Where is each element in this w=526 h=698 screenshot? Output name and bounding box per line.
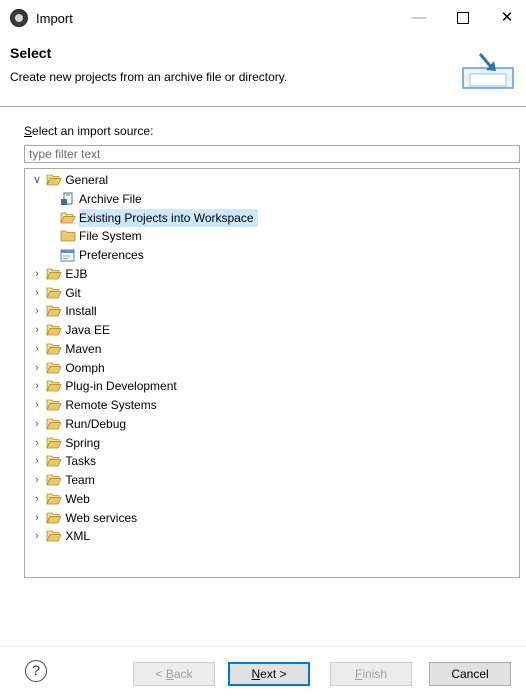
tree-item-run-debug[interactable]: › Run/Debug [31, 415, 130, 433]
chevron-right-icon[interactable]: › [31, 490, 43, 508]
tree-item-ejb[interactable]: › EJB [31, 265, 91, 283]
chevron-right-icon[interactable]: › [31, 452, 43, 470]
tree-item-archive-file[interactable]: Archive File [60, 190, 146, 208]
chevron-right-icon[interactable]: › [31, 415, 43, 433]
tree-item-preferences[interactable]: Preferences [60, 246, 148, 264]
open-folder-icon [46, 171, 62, 189]
folder-icon [46, 302, 62, 320]
chevron-right-icon[interactable]: › [31, 396, 43, 414]
folder-icon [46, 265, 62, 283]
close-button[interactable]: ✕ [492, 6, 522, 30]
chevron-right-icon[interactable]: › [31, 471, 43, 489]
tree-item-label: XML [65, 529, 91, 543]
folder-icon [46, 452, 62, 470]
tree-item-label: General [65, 173, 109, 187]
chevron-right-icon[interactable]: › [31, 321, 43, 339]
folder-icon [46, 340, 62, 358]
tree-item-file-system[interactable]: File System [60, 227, 146, 245]
next-button[interactable]: Next > [228, 662, 310, 686]
tree-item-label: Git [65, 286, 81, 300]
tree-item-label: Existing Projects into Workspace [79, 211, 254, 225]
filter-input[interactable] [24, 145, 520, 163]
wizard-header: Select Create new projects from an archi… [0, 38, 526, 107]
archive-file-icon [60, 190, 76, 208]
chevron-right-icon[interactable]: › [31, 302, 43, 320]
tree-item-label: Tasks [65, 454, 97, 468]
maximize-button[interactable] [448, 6, 478, 30]
folder-icon [46, 359, 62, 377]
tree-item-plug-in-development[interactable]: › Plug-in Development [31, 377, 181, 395]
tree-item-remote-systems[interactable]: › Remote Systems [31, 396, 161, 414]
cancel-button[interactable]: Cancel [429, 662, 511, 686]
tree-item-label: Preferences [79, 248, 144, 262]
folder-icon [46, 396, 62, 414]
tree-item-label: Java EE [65, 323, 111, 337]
tree-item-label: EJB [65, 267, 88, 281]
chevron-right-icon[interactable]: › [31, 434, 43, 452]
tree-item-label: Team [65, 473, 95, 487]
back-button[interactable]: < Back [133, 662, 215, 686]
window-title: Import [36, 11, 73, 26]
chevron-right-icon[interactable]: › [31, 284, 43, 302]
tree-item-team[interactable]: › Team [31, 471, 99, 489]
minimize-button[interactable]: — [404, 6, 434, 30]
tree-item-java-ee[interactable]: › Java EE [31, 321, 114, 339]
preferences-icon [60, 246, 76, 264]
folder-icon [46, 434, 62, 452]
import-source-tree[interactable]: ∨ General Archive File Existing Projects i… [24, 168, 520, 578]
folder-icon [46, 321, 62, 339]
tree-item-label: Remote Systems [65, 398, 157, 412]
tree-item-label: Maven [65, 342, 102, 356]
folder-icon [46, 527, 62, 545]
chevron-down-icon[interactable]: ∨ [31, 171, 43, 189]
tree-item-label: Run/Debug [65, 417, 127, 431]
chevron-right-icon[interactable]: › [31, 340, 43, 358]
folder-icon [60, 227, 76, 245]
chevron-right-icon[interactable]: › [31, 265, 43, 283]
eclipse-icon [10, 9, 28, 27]
folder-icon [46, 509, 62, 527]
tree-item-existing-projects-into-workspace[interactable]: Existing Projects into Workspace [60, 209, 258, 227]
page-title: Select [10, 45, 52, 61]
tree-item-git[interactable]: › Git [31, 284, 85, 302]
folder-icon [46, 284, 62, 302]
footer-separator [0, 646, 526, 647]
tree-item-xml[interactable]: › XML [31, 527, 94, 545]
import-source-label: Select an import source: [24, 124, 154, 138]
chevron-right-icon[interactable]: › [31, 359, 43, 377]
maximize-icon [457, 12, 469, 25]
tree-item-label: Plug-in Development [65, 379, 177, 393]
folder-icon [46, 490, 62, 508]
chevron-right-icon[interactable]: › [31, 527, 43, 545]
import-source-label-rest: elect an import source: [32, 124, 154, 138]
tree-item-label: Archive File [79, 192, 142, 206]
tree-item-install[interactable]: › Install [31, 302, 101, 320]
tree-item-label: Oomph [65, 361, 105, 375]
tree-item-tasks[interactable]: › Tasks [31, 452, 100, 470]
tree-item-web[interactable]: › Web [31, 490, 94, 508]
page-description: Create new projects from an archive file… [10, 70, 288, 84]
folder-icon [46, 471, 62, 489]
tree-item-oomph[interactable]: › Oomph [31, 359, 109, 377]
chevron-right-icon[interactable]: › [31, 509, 43, 527]
folder-icon [46, 415, 62, 433]
folder-icon [46, 377, 62, 395]
import-wizard-icon [462, 53, 514, 89]
open-folder-icon [60, 209, 76, 227]
title-bar: Import — ✕ [0, 0, 526, 38]
tree-item-maven[interactable]: › Maven [31, 340, 105, 358]
help-button[interactable]: ? [25, 660, 47, 682]
tree-item-label: Install [65, 304, 97, 318]
tree-item-spring[interactable]: › Spring [31, 434, 104, 452]
tree-item-general[interactable]: ∨ General [31, 171, 112, 189]
finish-button[interactable]: Finish [330, 662, 412, 686]
tree-item-label: Web services [65, 511, 138, 525]
tree-item-label: Web [65, 492, 90, 506]
tree-item-label: File System [79, 229, 142, 243]
tree-item-web-services[interactable]: › Web services [31, 509, 141, 527]
chevron-right-icon[interactable]: › [31, 377, 43, 395]
tree-item-label: Spring [65, 436, 101, 450]
